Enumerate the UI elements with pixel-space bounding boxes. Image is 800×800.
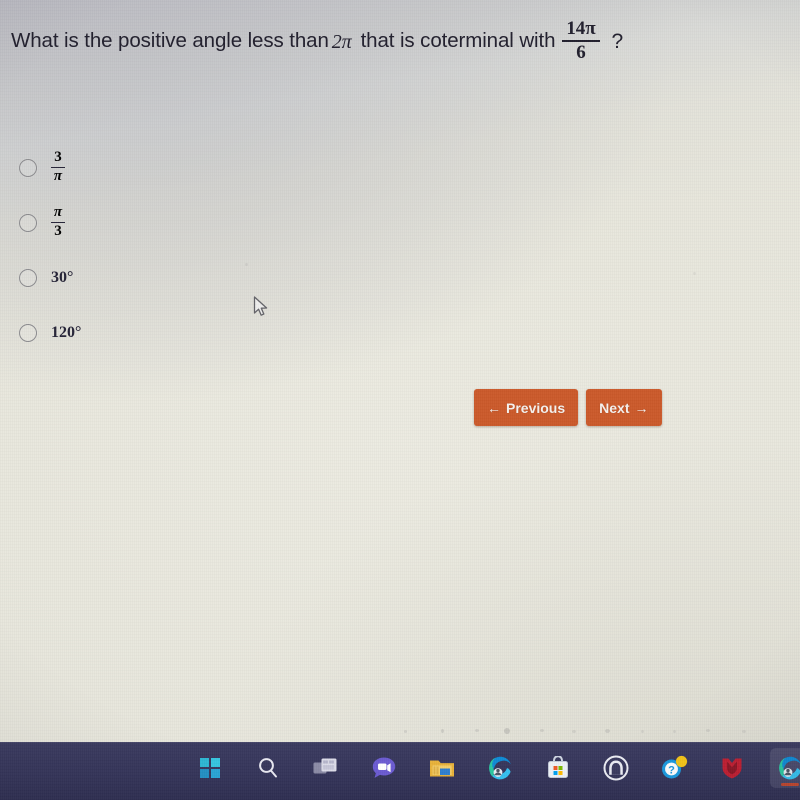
answer-option-d[interactable]: 120° <box>19 305 319 360</box>
answer-option-b[interactable]: π 3 <box>19 195 319 250</box>
taskbar-item-edge[interactable] <box>480 748 520 788</box>
mcafee-shield-icon <box>722 758 742 779</box>
answer-option-b-label: π 3 <box>51 203 65 240</box>
taskbar-icon-row: ? <box>190 748 800 788</box>
answer-option-a[interactable]: 3 π <box>19 140 319 195</box>
option-a-denominator: π <box>53 168 63 185</box>
svg-text:?: ? <box>668 764 675 776</box>
taskbar-item-mcafee[interactable] <box>712 748 752 788</box>
previous-button-label: Previous <box>506 399 566 416</box>
option-b-numerator: π <box>53 203 63 220</box>
question-inline-math: 2π <box>331 30 352 53</box>
edge-browser-icon <box>489 756 511 780</box>
answer-option-a-label: 3 π <box>51 148 65 185</box>
dust-speck <box>475 729 479 732</box>
dust-speck <box>572 730 576 733</box>
previous-button[interactable]: ← Previous <box>474 389 579 426</box>
taskbar-item-chat[interactable] <box>364 748 404 788</box>
dust-speck <box>742 730 746 733</box>
taskbar-item-search[interactable] <box>248 748 288 788</box>
question-prefix: What is the positive angle less than <box>11 29 329 53</box>
taskbar-item-microsoft-store[interactable] <box>538 748 578 788</box>
answer-option-c[interactable]: 30° <box>19 250 319 305</box>
dust-speck <box>706 729 710 732</box>
option-b-denominator: 3 <box>54 223 62 240</box>
taskbar-item-file-explorer[interactable] <box>422 748 462 788</box>
taskbar-item-task-view[interactable] <box>306 748 346 788</box>
next-button[interactable]: Next → <box>586 389 662 426</box>
brainly-question-icon: ? <box>662 755 688 779</box>
arrow-left-icon: ← <box>487 399 501 416</box>
task-view-icon <box>313 758 337 774</box>
microsoft-store-icon <box>548 756 568 778</box>
dust-speck <box>673 730 676 733</box>
option-a-numerator: 3 <box>54 148 62 165</box>
dust-speck <box>605 729 610 733</box>
dust-speck <box>693 272 696 275</box>
radio-button-c[interactable] <box>19 268 37 287</box>
answer-option-c-label: 30° <box>51 268 74 286</box>
answer-option-d-label: 120° <box>51 323 82 341</box>
photo-vignette-overlay <box>0 0 800 800</box>
question-middle: that is coterminal with <box>360 29 556 53</box>
chat-teams-icon <box>372 757 396 778</box>
dust-speck <box>504 728 510 734</box>
taskbar-item-edge-active[interactable] <box>770 748 800 788</box>
radio-button-d[interactable] <box>19 323 37 342</box>
answer-options-list: 3 π π 3 30° 120° <box>19 140 319 360</box>
taskbar-item-brainly[interactable]: ? <box>654 748 694 788</box>
navigation-buttons: ← Previous Next → <box>474 389 662 426</box>
question-text: What is the positive angle less than 2π … <box>11 18 780 64</box>
dust-speck <box>404 730 407 733</box>
question-suffix: ? <box>611 30 624 54</box>
dust-speck <box>540 729 544 732</box>
dust-speck <box>441 729 444 733</box>
next-button-label: Next <box>599 399 630 416</box>
taskbar-item-home[interactable] <box>596 748 636 788</box>
edge-browser-active-icon <box>779 756 800 780</box>
arrow-right-icon: → <box>634 399 649 416</box>
radio-button-a[interactable] <box>19 158 37 177</box>
taskbar-item-start[interactable] <box>190 748 230 788</box>
file-explorer-icon <box>430 760 454 776</box>
windows-taskbar: ? <box>0 742 800 800</box>
start-button-icon <box>200 758 220 778</box>
screen-noise-overlay <box>0 0 800 800</box>
fraction-numerator: 14π <box>566 18 596 39</box>
home-app-icon <box>603 755 629 781</box>
radio-button-b[interactable] <box>19 213 37 232</box>
screenshot-canvas: What is the positive angle less than 2π … <box>0 0 800 800</box>
dust-speck <box>641 730 644 733</box>
fraction-denominator: 6 <box>576 41 586 63</box>
question-fraction: 14π 6 <box>562 18 600 63</box>
search-icon <box>259 758 277 778</box>
